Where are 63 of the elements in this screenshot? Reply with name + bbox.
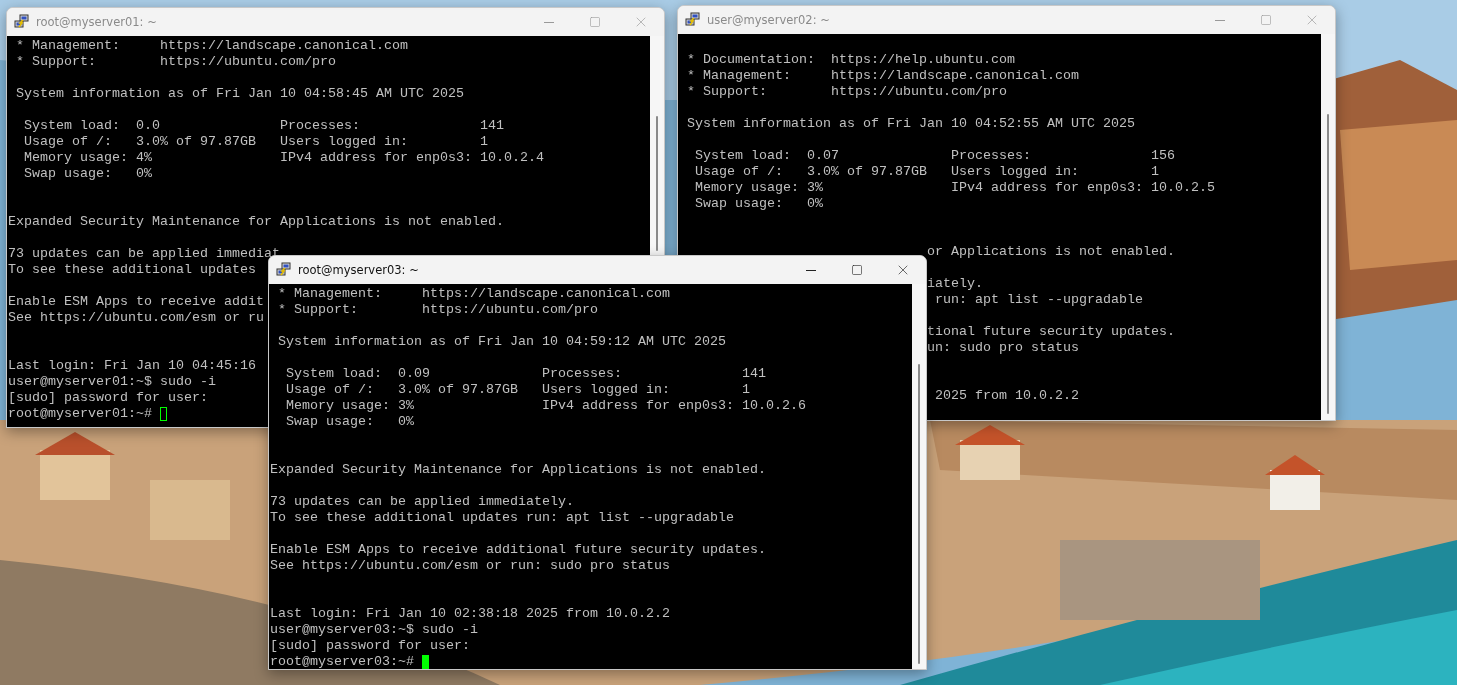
terminal-app-icon[interactable] (14, 14, 30, 30)
terminal-line: * Management: https://landscape.canonical.com (686, 68, 1079, 84)
terminal-line: * Support: https://ubuntu.com/pro (15, 54, 336, 70)
scrollbar-thumb[interactable] (918, 364, 920, 664)
terminal-line: System load: 0.09 Processes: 141 (285, 366, 766, 382)
window-title: root@myserver03: ~ (298, 263, 420, 277)
terminal-line: Last login: Fri Jan 10 02:38:18 2025 from 10.0.2.2 (270, 606, 670, 622)
terminal-line: System load: 0.0 Processes: 141 (23, 118, 504, 134)
title-bar[interactable]: user@myserver02: ~ (678, 6, 1335, 34)
minimize-icon (806, 269, 816, 271)
terminal-line: * Documentation: https://help.ubuntu.com (686, 52, 1015, 68)
minimize-icon (1215, 19, 1225, 21)
terminal-line: * Support: https://ubuntu.com/pro (277, 302, 598, 318)
terminal-line: [sudo] password for user: (270, 638, 470, 654)
terminal-line: Swap usage: 0% (694, 196, 823, 212)
terminal-line: Usage of /: 3.0% of 97.87GB Users logged in: 1 (285, 382, 750, 398)
terminal-line: To see these additional updates run: apt list --upgradable (270, 510, 734, 526)
terminal-line: * Management: https://landscape.canonical.com (15, 38, 408, 54)
terminal-line: See https://ubuntu.com/esm or run: sudo pro status (270, 558, 670, 574)
terminal-line: Memory usage: 3% IPv4 address for enp0s3: 10.0.2.5 (694, 180, 1215, 196)
terminal-line: To see these additional updates (8, 262, 256, 278)
minimize-icon (544, 21, 554, 23)
terminal-line: Enable ESM Apps to receive addit (8, 294, 264, 310)
scrollbar-thumb[interactable] (656, 116, 658, 251)
terminal-line: 2025 from 10.0.2.2 (933, 388, 1079, 404)
maximize-icon (1260, 14, 1272, 26)
window-title: root@myserver01: ~ (36, 15, 158, 29)
terminal-line: user@myserver03:~$ sudo -i (270, 622, 478, 638)
terminal-line: Enable ESM Apps to receive additional future security updates. (270, 542, 766, 558)
terminal-line: Expanded Security Maintenance for Applications is not enabled. (270, 462, 766, 478)
title-bar[interactable]: root@myserver01: ~ (7, 8, 664, 36)
terminal-line: 73 updates can be applied immediately. (270, 494, 574, 510)
maximize-icon (589, 16, 601, 28)
terminal-line: * Support: https://ubuntu.com/pro (686, 84, 1007, 100)
title-bar[interactable]: root@myserver03: ~ (269, 256, 926, 284)
terminal-line: Usage of /: 3.0% of 97.87GB Users logged in: 1 (23, 134, 488, 150)
terminal-line: run: apt list --upgradable (933, 292, 1143, 308)
scrollbar-thumb[interactable] (1327, 114, 1329, 414)
terminal-line: System information as of Fri Jan 10 04:52:55 AM UTC 2025 (686, 116, 1135, 132)
terminal-line: user@myserver01:~$ sudo -i (8, 374, 216, 390)
terminal-line: or Applications is not enabled. (926, 244, 1175, 260)
terminal-line: See https://ubuntu.com/esm or ru (8, 310, 264, 326)
terminal-line: un: sudo pro status (926, 340, 1079, 356)
window-title: user@myserver02: ~ (707, 13, 831, 27)
terminal-app-icon[interactable] (685, 12, 701, 28)
terminal-line: Swap usage: 0% (23, 166, 152, 182)
terminal-line: Memory usage: 3% IPv4 address for enp0s3: 10.0.2.6 (285, 398, 806, 414)
terminal-line: Memory usage: 4% IPv4 address for enp0s3: 10.0.2.4 (23, 150, 544, 166)
terminal-line: System information as of Fri Jan 10 04:58:45 AM UTC 2025 (15, 86, 464, 102)
terminal-line: System load: 0.07 Processes: 156 (694, 148, 1175, 164)
terminal-line: System information as of Fri Jan 10 04:59:12 AM UTC 2025 (277, 334, 726, 350)
terminal-line: iately. (926, 276, 983, 292)
terminal-line: * Management: https://landscape.canonical.com (277, 286, 670, 302)
terminal-line: [sudo] password for user: (8, 390, 208, 406)
terminal-line: Swap usage: 0% (285, 414, 414, 430)
terminal-line: tional future security updates. (926, 324, 1175, 340)
terminal-line: Expanded Security Maintenance for Applications is not enabled. (8, 214, 504, 230)
terminal-line: root@myserver01:~# (8, 406, 152, 422)
maximize-icon (851, 264, 863, 276)
terminal-app-icon[interactable] (276, 262, 292, 278)
terminal-line: Usage of /: 3.0% of 97.87GB Users logged in: 1 (694, 164, 1159, 180)
terminal-line: root@myserver03:~# (270, 654, 414, 669)
terminal-line: Last login: Fri Jan 10 04:45:16 (8, 358, 256, 374)
